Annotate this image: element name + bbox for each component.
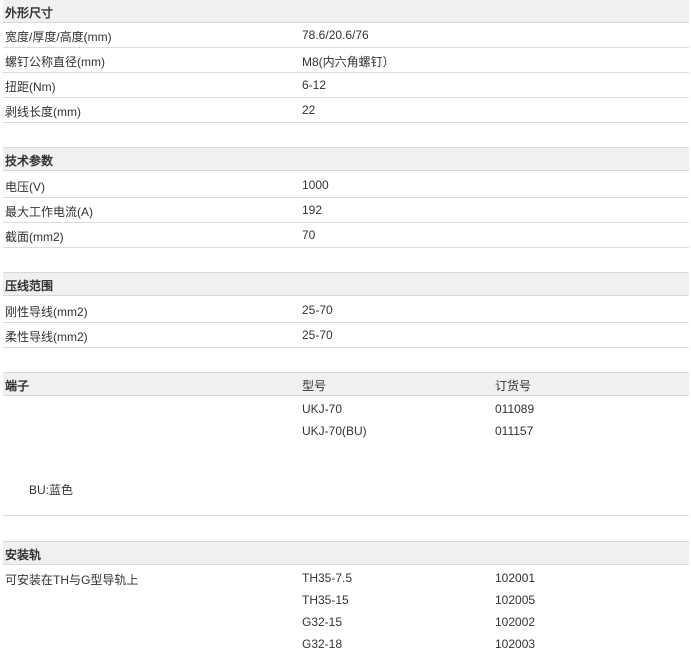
section-header-technical: 技术参数 [3, 147, 689, 171]
section-title: 压线范围 [5, 279, 54, 293]
row-value: 70 [302, 228, 316, 242]
model-value: UKJ-70(BU) [302, 424, 367, 438]
row-value: 25-70 [302, 328, 333, 342]
section-header-crimp-range: 压线范围 [3, 272, 689, 296]
row-label: 最大工作电流(A) [5, 205, 93, 219]
color-note: BU:蓝色 [29, 483, 74, 497]
order-value: 102001 [495, 571, 536, 585]
order-value: 102003 [495, 637, 536, 651]
model-value: TH35-15 [302, 593, 349, 607]
list-item: TH35-15 102005 [3, 589, 689, 611]
section-header-dimensions: 外形尺寸 [3, 0, 689, 23]
order-value: 011089 [495, 402, 535, 416]
row-label: 截面(mm2) [5, 230, 64, 244]
table-row: 截面(mm2) 70 [3, 223, 689, 248]
section-title: 外形尺寸 [5, 6, 54, 20]
section-title: 端子 [5, 379, 30, 393]
order-value: 011157 [495, 424, 534, 438]
table-row: 剥线长度(mm) 22 [3, 98, 689, 123]
row-label: 宽度/厚度/高度(mm) [5, 30, 112, 44]
divider [3, 515, 689, 516]
table-row: 电压(V) 1000 [3, 173, 689, 198]
list-item: 可安装在TH与G型导轨上 TH35-7.5 102001 [3, 567, 689, 589]
table-row: 扭距(Nm) 6-12 [3, 73, 689, 98]
list-item: UKJ-70(BU) 011157 [3, 420, 689, 442]
model-value: TH35-7.5 [302, 571, 353, 585]
model-value: UKJ-70 [302, 402, 343, 416]
list-item: UKJ-70 011089 [3, 398, 689, 420]
section-title: 安装轨 [5, 548, 42, 562]
row-value: 1000 [302, 178, 329, 192]
row-value: 78.6/20.6/76 [302, 28, 369, 42]
list-item: G32-18 102003 [3, 633, 689, 655]
section-header-rail: 安装轨 [3, 541, 689, 565]
order-value: 102002 [495, 615, 536, 629]
row-label: 电压(V) [5, 180, 45, 194]
row-value: M8(内六角螺钉） [302, 55, 395, 69]
row-value: 22 [302, 103, 316, 117]
column-header-model: 型号 [302, 379, 327, 393]
table-row: 刚性导线(mm2) 25-70 [3, 298, 689, 323]
column-header-order: 订货号 [495, 379, 532, 393]
row-label: 螺钉公称直径(mm) [5, 55, 105, 69]
table-row: 最大工作电流(A) 192 [3, 198, 689, 223]
section-title: 技术参数 [5, 154, 54, 168]
model-value: G32-18 [302, 637, 343, 651]
table-row: 螺钉公称直径(mm) M8(内六角螺钉） [3, 48, 689, 73]
table-row: 柔性导线(mm2) 25-70 [3, 323, 689, 348]
order-value: 102005 [495, 593, 536, 607]
model-value: G32-15 [302, 615, 343, 629]
row-label: 柔性导线(mm2) [5, 330, 88, 344]
row-value: 192 [302, 203, 323, 217]
section-header-terminal: 端子 型号 订货号 [3, 372, 689, 396]
table-row: 宽度/厚度/高度(mm) 78.6/20.6/76 [3, 23, 689, 48]
row-label: 扭距(Nm) [5, 80, 56, 94]
row-value: 25-70 [302, 303, 333, 317]
rail-label: 可安装在TH与G型导轨上 [5, 573, 139, 587]
row-value: 6-12 [302, 78, 327, 92]
row-label: 刚性导线(mm2) [5, 305, 88, 319]
row-label: 剥线长度(mm) [5, 105, 81, 119]
spec-sheet: 外形尺寸 宽度/厚度/高度(mm) 78.6/20.6/76 螺钉公称直径(mm… [0, 0, 691, 662]
list-item: G32-15 102002 [3, 611, 689, 633]
